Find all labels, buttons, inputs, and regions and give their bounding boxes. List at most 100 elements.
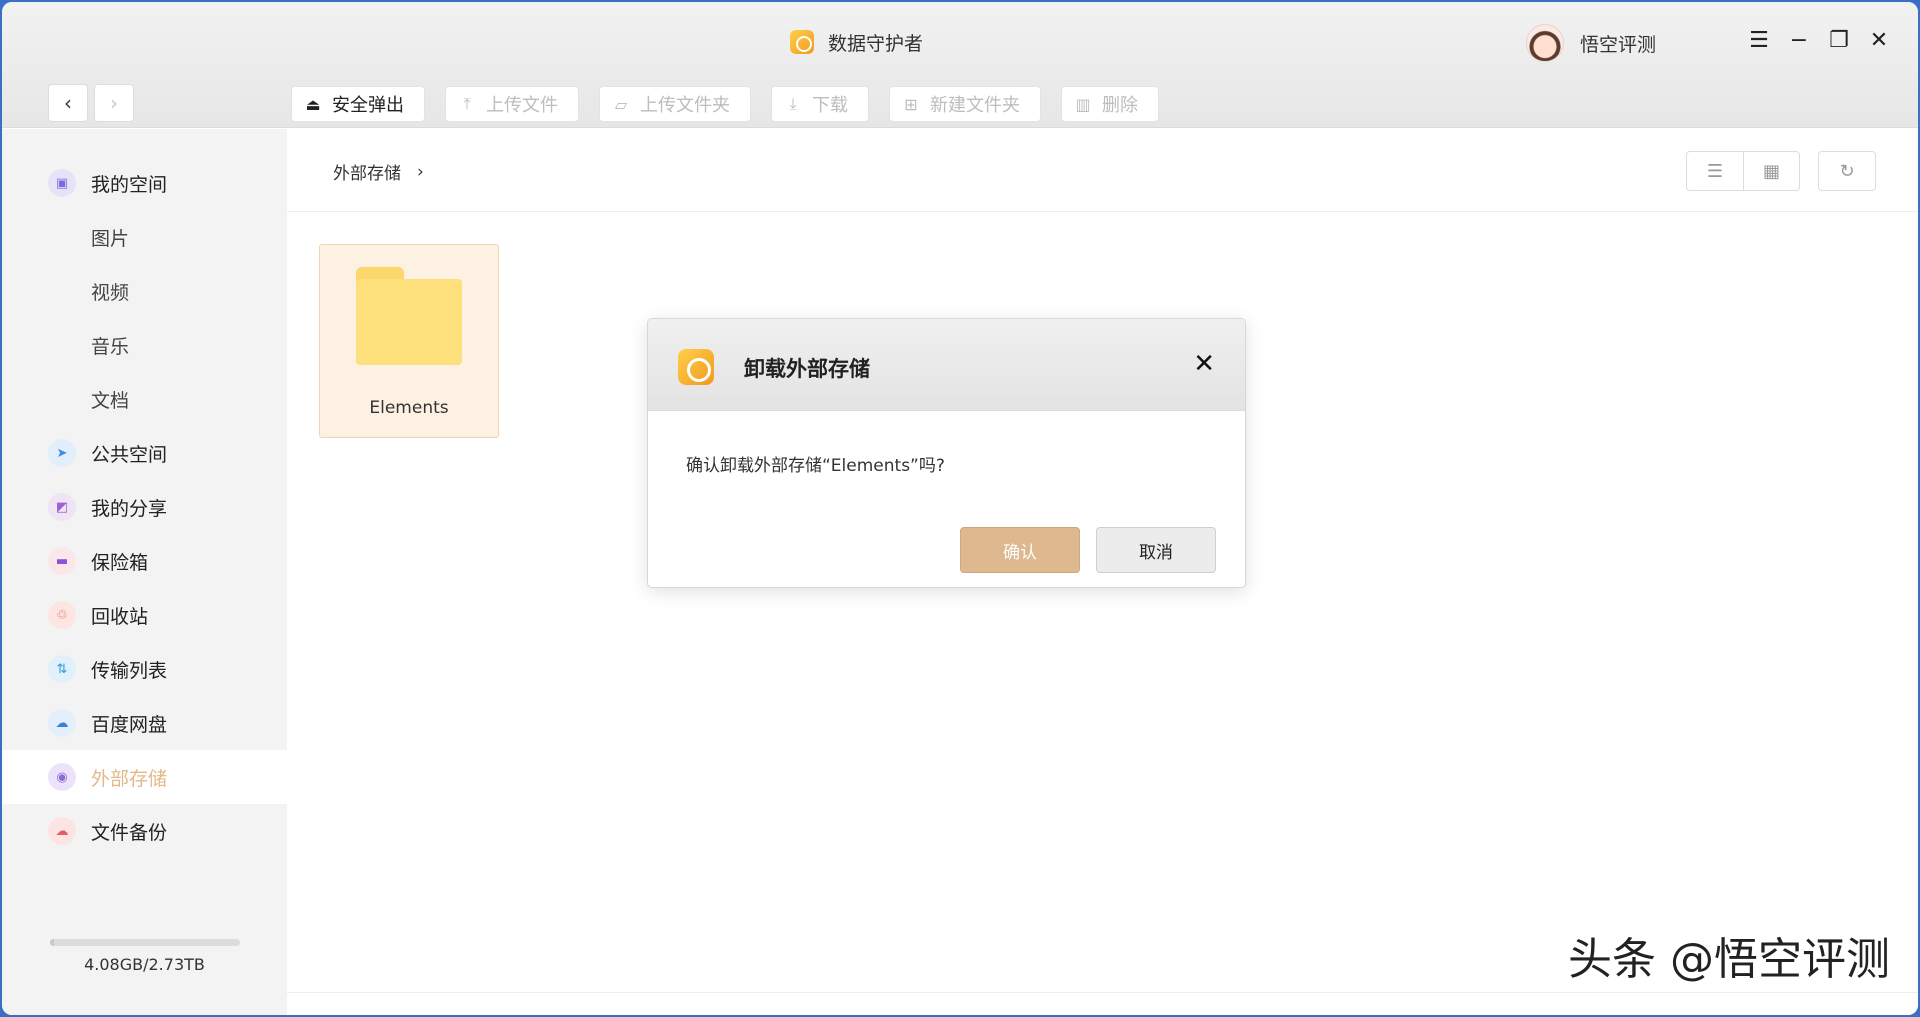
user-menu[interactable]: 悟空评测 (1526, 24, 1656, 62)
minimize-icon[interactable]: − (1788, 26, 1810, 56)
my-space-icon: ▣ (48, 169, 76, 197)
sidebar-item-label: 音乐 (91, 335, 130, 358)
backup-icon: ☁ (48, 817, 76, 845)
download-button[interactable]: ⤓ 下载 (771, 86, 869, 122)
storage-usage-bar (50, 939, 240, 946)
transfer-icon: ⇅ (48, 655, 76, 683)
refresh-group: ↻ (1818, 151, 1876, 191)
folder-item[interactable]: Elements (319, 244, 499, 438)
sidebar-item-label: 文件备份 (91, 821, 168, 844)
list-view-button[interactable]: ☰ (1687, 152, 1743, 190)
folder-icon (356, 267, 462, 365)
sidebar-item-external-storage[interactable]: ◉ 外部存储 (2, 750, 287, 804)
sidebar-item-label: 视频 (91, 281, 130, 304)
share-icon: ◩ (48, 493, 76, 521)
sidebar-item-safe[interactable]: ▬ 保险箱 (2, 534, 287, 588)
forward-button[interactable]: › (94, 84, 134, 122)
view-mode-group: ☰ ▦ (1686, 151, 1800, 191)
close-icon[interactable]: ✕ (1193, 349, 1215, 379)
back-button[interactable]: ‹ (48, 84, 88, 122)
baidu-cloud-icon: ☁ (48, 709, 76, 737)
app-logo-icon (790, 30, 814, 54)
breadcrumb-item[interactable]: 外部存储 (333, 159, 401, 184)
dialog-title: 卸载外部存储 (744, 357, 870, 381)
list-sort-icon: ☰ (1706, 160, 1724, 182)
sidebar-item-label: 文档 (91, 389, 130, 412)
app-logo-icon (678, 349, 714, 385)
unmount-dialog: 卸载外部存储 ✕ 确认卸载外部存储“Elements”吗? 确认 取消 (647, 318, 1246, 588)
sidebar-item-videos[interactable]: 视频 (2, 264, 287, 318)
trash-icon: ▥ (1075, 94, 1091, 114)
avatar[interactable] (1526, 24, 1564, 62)
grid-view-button[interactable]: ▦ (1743, 152, 1799, 190)
delete-button[interactable]: ▥ 删除 (1061, 86, 1159, 122)
grid-icon: ▦ (1762, 160, 1780, 182)
upload-folder-button[interactable]: ▱ 上传文件夹 (599, 86, 751, 122)
external-storage-icon: ◉ (48, 763, 76, 791)
sidebar-item-label: 百度网盘 (91, 713, 168, 736)
storage-usage-text: 4.08GB/2.73TB (84, 955, 205, 974)
app-window: 数据守护者 悟空评测 ☰ − ❐ ✕ ‹ › ⏏ 安全弹出 ⤒ 上传文件 ▱ 上… (2, 2, 1918, 1015)
sidebar-item-baidu-netdisk[interactable]: ☁ 百度网盘 (2, 696, 287, 750)
breadcrumb: 外部存储 › (333, 159, 424, 185)
watermark: 头条 @悟空评测 (1568, 934, 1890, 985)
refresh-button[interactable]: ↻ (1819, 152, 1875, 190)
safe-icon: ▬ (48, 547, 76, 575)
upload-icon: ⤒ (463, 94, 471, 113)
safe-eject-label: 安全弹出 (332, 95, 404, 116)
sidebar-item-label: 图片 (91, 227, 130, 250)
upload-folder-icon: ▱ (614, 94, 628, 114)
cancel-button[interactable]: 取消 (1096, 527, 1216, 573)
chevron-right-icon: › (110, 91, 118, 115)
download-label: 下载 (812, 95, 848, 116)
folder-name: Elements (369, 398, 449, 418)
new-folder-icon: ⊞ (904, 94, 918, 114)
menu-icon[interactable]: ☰ (1748, 26, 1770, 56)
sidebar-item-documents[interactable]: 文档 (2, 372, 287, 426)
sidebar-item-label: 公共空间 (91, 443, 168, 466)
title-bar: 数据守护者 悟空评测 ☰ − ❐ ✕ ‹ › ⏏ 安全弹出 ⤒ 上传文件 ▱ 上… (2, 2, 1918, 128)
sidebar-item-label: 回收站 (91, 605, 149, 628)
sidebar-item-file-backup[interactable]: ☁ 文件备份 (2, 804, 287, 858)
recycle-bin-icon: ♲ (48, 601, 76, 629)
safe-eject-button[interactable]: ⏏ 安全弹出 (291, 86, 425, 122)
window-controls: ☰ − ❐ ✕ (1748, 26, 1890, 56)
sidebar-item-my-share[interactable]: ◩ 我的分享 (2, 480, 287, 534)
restore-icon[interactable]: ❐ (1828, 26, 1850, 56)
view-controls: ☰ ▦ ↻ (1686, 151, 1876, 191)
download-icon: ⤓ (789, 94, 797, 113)
sidebar-item-my-space[interactable]: ▣ 我的空间 (2, 156, 287, 210)
divider (287, 992, 1918, 993)
upload-file-label: 上传文件 (486, 95, 558, 116)
upload-file-button[interactable]: ⤒ 上传文件 (445, 86, 579, 122)
sidebar: ▣ 我的空间 图片 视频 音乐 文档 ➤ 公共空间 ◩ 我的分享 ▬ 保险箱 ♲… (2, 129, 287, 1015)
delete-label: 删除 (1102, 95, 1138, 116)
app-title-group: 数据守护者 (790, 28, 923, 56)
storage-usage-fill (50, 939, 54, 946)
sidebar-item-label: 外部存储 (91, 767, 168, 790)
toolbar: ⏏ 安全弹出 ⤒ 上传文件 ▱ 上传文件夹 ⤓ 下载 ⊞ 新建文件夹 ▥ 删除 (291, 86, 1159, 122)
paper-plane-icon: ➤ (48, 439, 76, 467)
sidebar-item-transfer-list[interactable]: ⇅ 传输列表 (2, 642, 287, 696)
sidebar-item-label: 传输列表 (91, 659, 168, 682)
sidebar-item-recycle-bin[interactable]: ♲ 回收站 (2, 588, 287, 642)
new-folder-button[interactable]: ⊞ 新建文件夹 (889, 86, 1041, 122)
new-folder-label: 新建文件夹 (930, 95, 1020, 116)
close-icon[interactable]: ✕ (1868, 26, 1890, 56)
eject-icon: ⏏ (305, 94, 321, 114)
sidebar-item-label: 保险箱 (91, 551, 149, 574)
dialog-header: 卸载外部存储 ✕ (648, 319, 1245, 411)
sidebar-item-label: 我的空间 (91, 173, 168, 196)
dialog-message: 确认卸载外部存储“Elements”吗? (686, 456, 945, 476)
upload-folder-label: 上传文件夹 (640, 95, 730, 116)
confirm-button[interactable]: 确认 (960, 527, 1080, 573)
user-name[interactable]: 悟空评测 (1580, 30, 1656, 57)
sidebar-item-public-space[interactable]: ➤ 公共空间 (2, 426, 287, 480)
sidebar-item-pictures[interactable]: 图片 (2, 210, 287, 264)
sidebar-item-label: 我的分享 (91, 497, 168, 520)
sidebar-item-music[interactable]: 音乐 (2, 318, 287, 372)
chevron-right-icon: › (417, 161, 424, 182)
app-title: 数据守护者 (828, 32, 924, 55)
refresh-icon: ↻ (1839, 160, 1855, 182)
divider (287, 211, 1918, 212)
